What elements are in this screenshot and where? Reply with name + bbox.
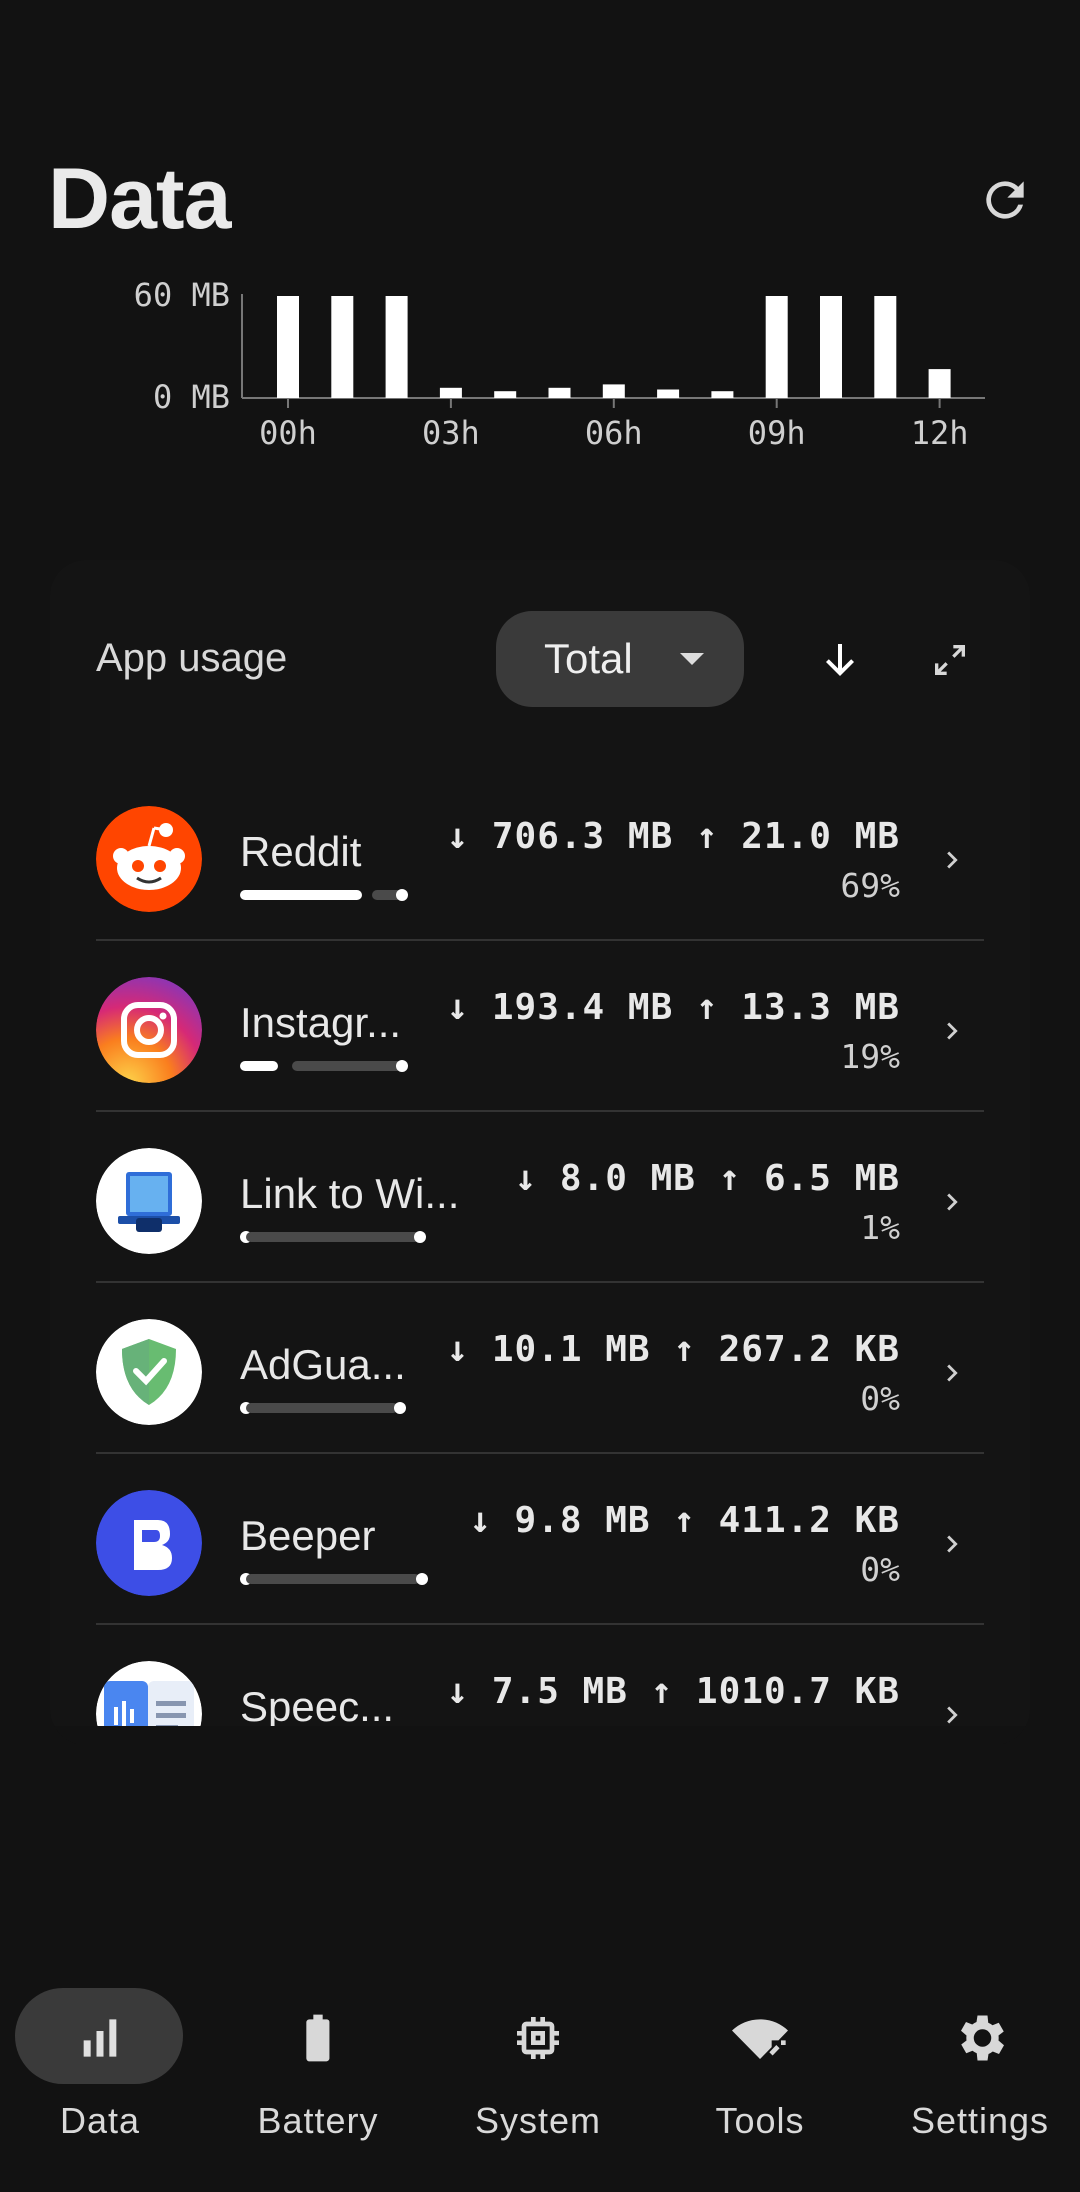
nav-item-settings[interactable]: Settings: [880, 1960, 1080, 2160]
usage-bar-end: [396, 1060, 408, 1072]
hourly-usage-chart: 60 MB 0 MB 00h 03h 06h 09h 12h: [50, 280, 1030, 460]
chart-svg: 60 MB 0 MB 00h 03h 06h 09h 12h: [134, 280, 985, 452]
usage-bar-fill: [240, 890, 362, 900]
nav-item-tools[interactable]: Tools: [660, 1960, 860, 2160]
bottom-navigation: Data Battery System Tools Settings: [0, 1960, 1080, 2192]
app-name: Beeper: [240, 1512, 376, 1559]
nav-item-battery[interactable]: Battery: [218, 1960, 418, 2160]
usage-bar-track: [246, 1403, 398, 1413]
app-list: Reddit ↓ 706.3 MB ↑ 21.0 MB 69% Instagr.…: [96, 770, 984, 1745]
y-tick-label: 0 MB: [153, 378, 230, 416]
adguard-icon: [96, 1319, 202, 1425]
app-percent: 0%: [860, 1550, 900, 1589]
app-name: Link to Wi...: [240, 1170, 460, 1217]
app-traffic: ↓ 706.3 MB ↑ 21.0 MB: [446, 816, 900, 857]
bar: [494, 391, 517, 398]
usage-bar-end: [396, 889, 408, 901]
chevron-right-icon: [932, 1182, 972, 1222]
chip-icon: [506, 2006, 570, 2070]
instagram-icon: [96, 977, 202, 1083]
arrow-down-icon: [826, 644, 854, 676]
x-tick-label: 06h: [585, 414, 643, 452]
total-filter-dropdown[interactable]: Total: [496, 611, 744, 707]
y-tick-label: 60 MB: [134, 280, 230, 314]
nav-item-data[interactable]: Data: [0, 1960, 200, 2160]
app-percent: 19%: [840, 1037, 900, 1076]
reddit-icon: [96, 806, 202, 912]
bar: [820, 296, 842, 398]
bar: [765, 296, 788, 398]
bar: [439, 387, 462, 398]
usage-bar-track: [246, 1574, 420, 1584]
usage-bar-end: [394, 1402, 406, 1414]
bar: [711, 391, 734, 398]
wifi-tools-icon: [728, 2006, 792, 2070]
x-tick-label: 03h: [422, 414, 480, 452]
app-traffic: ↓ 10.1 MB ↑ 267.2 KB: [446, 1329, 900, 1370]
refresh-button[interactable]: [970, 165, 1040, 235]
bar-chart-icon: [68, 2006, 132, 2070]
bar: [277, 296, 299, 398]
bar: [602, 384, 625, 398]
x-tick-label: 00h: [259, 414, 317, 452]
usage-bar-end: [414, 1231, 426, 1243]
link-to-windows-icon: [96, 1148, 202, 1254]
app-name: Speec...: [240, 1683, 395, 1730]
bar: [874, 296, 897, 398]
x-tick-label: 12h: [911, 414, 969, 452]
app-traffic: ↓ 8.0 MB ↑ 6.5 MB: [514, 1158, 900, 1199]
chevron-right-icon: [932, 840, 972, 880]
chevron-right-icon: [932, 1011, 972, 1051]
app-row-link-to-windows[interactable]: Link to Wi... ↓ 8.0 MB ↑ 6.5 MB 1%: [96, 1112, 984, 1283]
bar: [548, 387, 571, 398]
bar: [385, 296, 408, 398]
app-row-beeper[interactable]: Beeper ↓ 9.8 MB ↑ 411.2 KB 0%: [96, 1454, 984, 1625]
app-row-adguard[interactable]: AdGua... ↓ 10.1 MB ↑ 267.2 KB 0%: [96, 1283, 984, 1454]
bar: [928, 369, 951, 398]
usage-bar-track: [292, 1061, 402, 1071]
bar: [657, 389, 680, 398]
app-row-reddit[interactable]: Reddit ↓ 706.3 MB ↑ 21.0 MB 69%: [96, 770, 984, 941]
app-traffic: ↓ 7.5 MB ↑ 1010.7 KB: [446, 1671, 900, 1712]
filter-label: Total: [544, 635, 633, 682]
nav-label: Battery: [257, 2100, 379, 2141]
nav-label: Tools: [715, 2100, 805, 2141]
x-tick-label: 09h: [748, 414, 806, 452]
app-usage-card: App usage Total Reddit ↓ 706.3 MB ↑ 21.0…: [50, 560, 1030, 1745]
nav-label: System: [474, 2100, 602, 2141]
nav-label: Data: [59, 2100, 141, 2141]
app-traffic: ↓ 193.4 MB ↑ 13.3 MB: [446, 987, 900, 1028]
expand-icon: [935, 645, 965, 675]
bar: [331, 296, 354, 398]
battery-icon: [286, 2006, 350, 2070]
app-percent: 69%: [840, 866, 900, 905]
usage-bar-fill: [240, 1061, 278, 1071]
app-row-instagram[interactable]: Instagr... ↓ 193.4 MB ↑ 13.3 MB 19%: [96, 941, 984, 1112]
usage-bar-track: [246, 1232, 420, 1242]
app-percent: 0%: [860, 1379, 900, 1418]
nav-item-system[interactable]: System: [438, 1960, 638, 2160]
page-title: Data: [48, 151, 231, 247]
app-name: Instagr...: [240, 999, 402, 1046]
app-name: Reddit: [240, 828, 362, 875]
app-name: AdGua...: [240, 1341, 406, 1388]
app-traffic: ↓ 9.8 MB ↑ 411.2 KB: [469, 1500, 900, 1541]
gear-icon: [948, 2006, 1012, 2070]
caret-down-icon: [680, 653, 704, 665]
sort-button[interactable]: [800, 620, 880, 700]
nav-label: Settings: [910, 2100, 1050, 2141]
chevron-right-icon: [932, 1524, 972, 1564]
refresh-icon: [986, 181, 1024, 219]
app-usage-title: App usage: [96, 636, 288, 680]
chevron-right-icon: [932, 1353, 972, 1393]
beeper-icon: [96, 1490, 202, 1596]
expand-button[interactable]: [910, 620, 990, 700]
app-percent: 1%: [860, 1208, 900, 1247]
usage-bar-end: [416, 1573, 428, 1585]
